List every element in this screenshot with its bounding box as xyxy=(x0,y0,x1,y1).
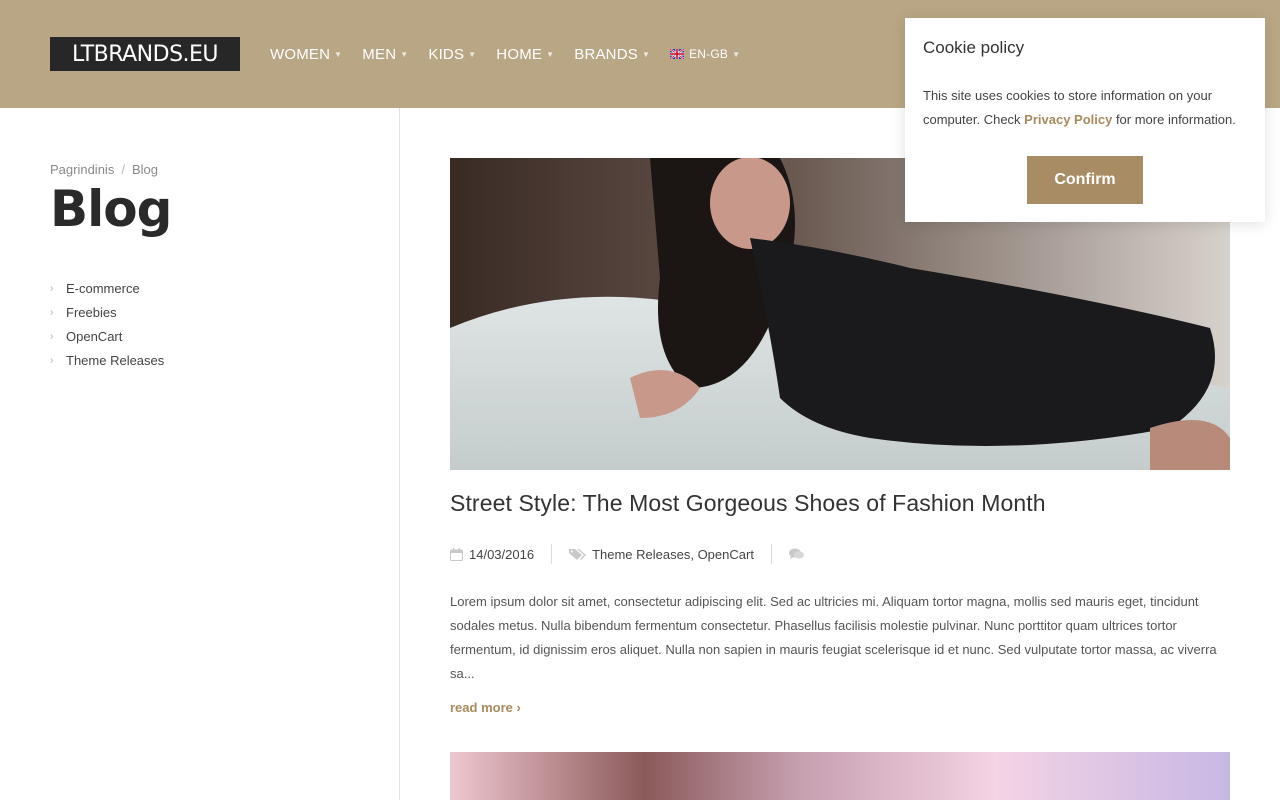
caret-down-icon: ▼ xyxy=(641,49,651,59)
calendar-icon xyxy=(450,547,463,561)
breadcrumb: Pagrindinis / Blog xyxy=(50,162,158,177)
uk-flag-icon xyxy=(670,49,685,59)
category-label: Theme Releases xyxy=(66,352,165,368)
post-date-text: 14/03/2016 xyxy=(469,546,535,562)
cookie-policy-popup: Cookie policy This site uses cookies to … xyxy=(905,18,1265,222)
nav-label: HOME xyxy=(496,45,543,63)
sidebar-divider xyxy=(399,108,400,800)
nav-item-women[interactable]: WOMEN ▼ xyxy=(270,46,342,63)
nav-label: BRANDS xyxy=(574,45,638,63)
site-logo[interactable]: LTBRANDS.EU xyxy=(50,37,240,71)
chevron-right-icon: › xyxy=(50,330,54,342)
category-item-freebies[interactable]: › Freebies xyxy=(50,300,164,324)
main-nav: WOMEN ▼ MEN ▼ KIDS ▼ HOME ▼ BRANDS ▼ EN-… xyxy=(270,44,760,64)
nav-item-home[interactable]: HOME ▼ xyxy=(496,46,554,63)
nav-label: WOMEN xyxy=(270,45,331,63)
post-date: 14/03/2016 xyxy=(450,547,534,562)
post-title[interactable]: Street Style: The Most Gorgeous Shoes of… xyxy=(450,490,1046,517)
tags-icon xyxy=(569,548,587,561)
caret-down-icon: ▼ xyxy=(732,49,741,59)
post-tags[interactable]: Theme Releases, OpenCart xyxy=(569,547,754,562)
chevron-right-icon: › xyxy=(50,354,54,366)
nav-label: KIDS xyxy=(428,45,465,63)
caret-down-icon: ▼ xyxy=(546,49,555,59)
nav-item-brands[interactable]: BRANDS ▼ xyxy=(574,46,650,63)
meta-divider xyxy=(770,544,772,564)
confirm-button[interactable]: Confirm xyxy=(1027,156,1143,204)
post-meta: 14/03/2016 Theme Releases, OpenCart xyxy=(450,544,810,564)
language-selector[interactable]: EN-GB ▼ xyxy=(670,47,740,61)
page-title: Blog xyxy=(50,180,172,238)
nav-item-kids[interactable]: KIDS ▼ xyxy=(428,46,476,63)
caret-down-icon: ▼ xyxy=(400,49,409,59)
category-item-opencart[interactable]: › OpenCart xyxy=(50,324,164,348)
nav-label: MEN xyxy=(362,45,397,63)
chevron-right-icon: › xyxy=(50,306,54,318)
breadcrumb-separator: / xyxy=(121,162,125,177)
cookie-title: Cookie policy xyxy=(923,38,1025,57)
caret-down-icon: ▼ xyxy=(334,49,343,59)
category-label: OpenCart xyxy=(66,328,123,344)
next-post-image[interactable] xyxy=(450,752,1230,800)
read-more-link[interactable]: read more › xyxy=(450,700,521,715)
category-list: › E-commerce › Freebies › OpenCart › The… xyxy=(50,276,164,372)
privacy-policy-link[interactable]: Privacy Policy xyxy=(1024,112,1112,127)
breadcrumb-home[interactable]: Pagrindinis xyxy=(50,162,114,177)
category-item-ecommerce[interactable]: › E-commerce xyxy=(50,276,164,300)
breadcrumb-current[interactable]: Blog xyxy=(132,162,158,177)
category-label: E-commerce xyxy=(66,280,140,296)
comments-icon xyxy=(788,548,804,560)
post-comments[interactable] xyxy=(788,548,810,560)
meta-divider xyxy=(551,544,553,564)
nav-item-men[interactable]: MEN ▼ xyxy=(362,46,408,63)
cookie-text: This site uses cookies to store informat… xyxy=(923,84,1253,132)
post-excerpt: Lorem ipsum dolor sit amet, consectetur … xyxy=(450,594,1217,681)
category-item-theme-releases[interactable]: › Theme Releases xyxy=(50,348,164,372)
caret-down-icon: ▼ xyxy=(468,49,477,59)
category-label: Freebies xyxy=(66,304,117,320)
next-post-photo xyxy=(450,752,1230,800)
language-label: EN-GB xyxy=(689,47,729,61)
cookie-text-after: for more information. xyxy=(1112,112,1236,127)
post-tags-text: Theme Releases, OpenCart xyxy=(592,546,754,562)
chevron-right-icon: › xyxy=(50,282,54,294)
